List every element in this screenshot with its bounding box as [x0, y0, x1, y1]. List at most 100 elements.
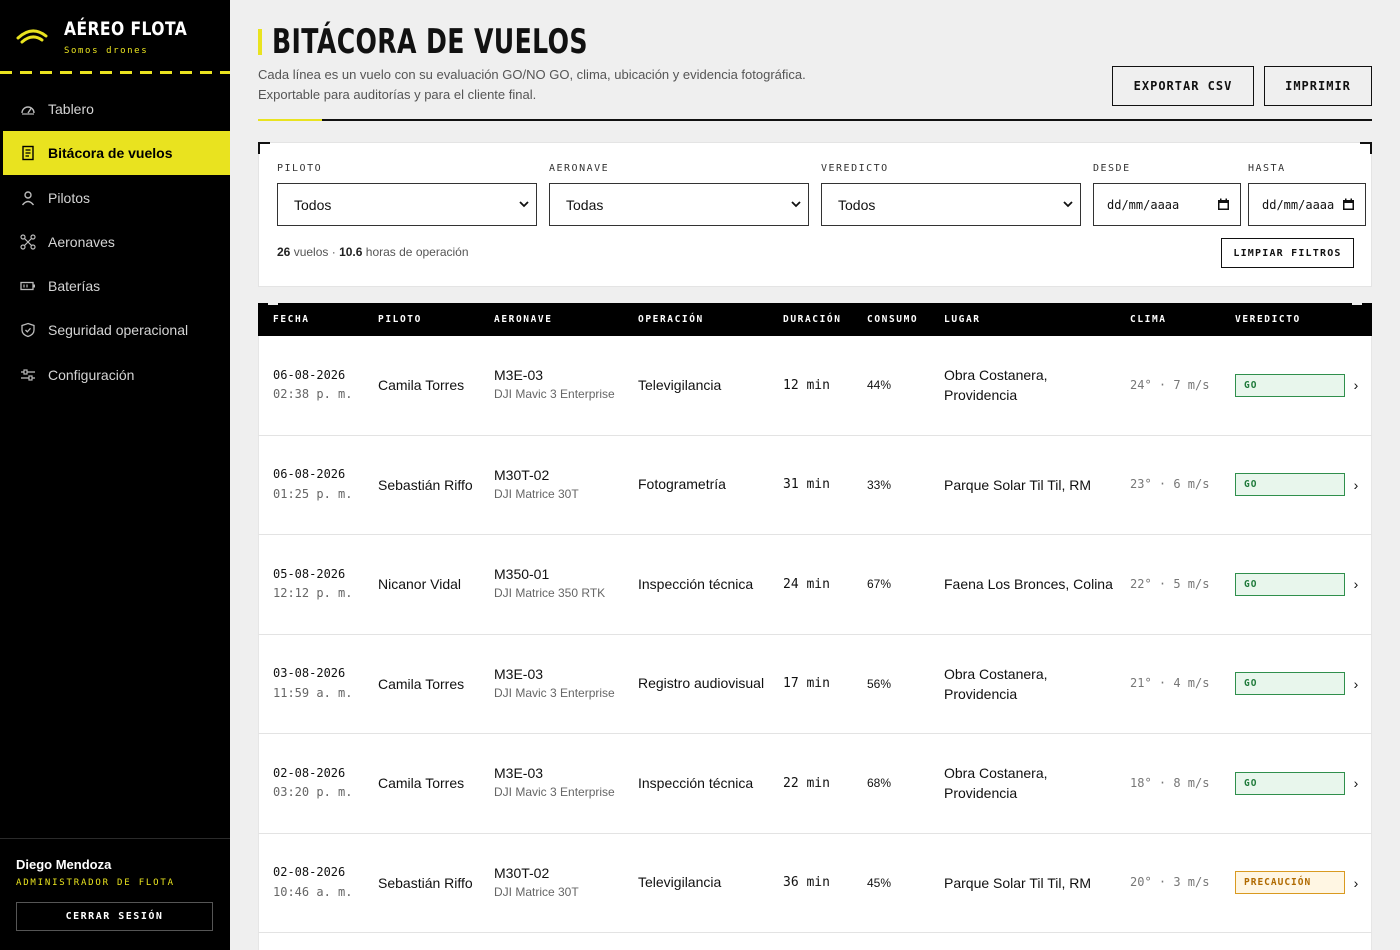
- filter-panel: PILOTO Todos AERONAVE Todas VEREDICTO To…: [258, 142, 1372, 287]
- flight-time: 03:20 p. m.: [273, 785, 353, 800]
- column-header-operation[interactable]: OPERACIÓN: [638, 314, 704, 325]
- brand-name: AÉREO FLOTA: [64, 18, 188, 40]
- brand[interactable]: AÉREO FLOTA Somos drones: [0, 0, 230, 74]
- consumption-cell: 44%: [867, 378, 892, 393]
- column-header-date[interactable]: FECHA: [273, 314, 310, 325]
- chevron-right-icon[interactable]: ›: [1349, 535, 1363, 634]
- date-cell: 02-08-2026 10:46 a. m.: [273, 834, 353, 933]
- date-from-value: dd/mm/aaaa: [1107, 197, 1180, 212]
- sidebar-item-baterias[interactable]: Baterías: [0, 264, 230, 308]
- operation-cell: Televigilancia: [638, 376, 722, 393]
- table-row[interactable]: 02-08-2026 03:20 p. m. Camila Torres M3E-…: [258, 734, 1372, 834]
- verdict-filter: VEREDICTO Todos: [821, 163, 1081, 226]
- export-csv-button[interactable]: EXPORTAR CSV: [1112, 66, 1254, 106]
- table-row[interactable]: 02-08-2026 10:46 a. m. Sebastián Riffo M3…: [258, 833, 1372, 933]
- flight-time: 10:46 a. m.: [273, 884, 353, 899]
- user-role: ADMINISTRADOR DE FLOTA: [16, 878, 175, 888]
- chevron-right-icon[interactable]: ›: [1349, 336, 1363, 435]
- place-cell: Obra Costanera, Providencia: [944, 765, 1048, 802]
- table-row[interactable]: 06-08-2026 01:25 p. m. Sebastián Riffo M3…: [258, 435, 1372, 535]
- verdict-cell: GO: [1235, 535, 1345, 634]
- consumption-cell: 67%: [867, 577, 892, 592]
- aircraft-model: DJI Matrice 350 RTK: [494, 586, 606, 601]
- column-header-pilot[interactable]: PILOTO: [378, 314, 422, 325]
- operation-cell: Televigilancia: [638, 874, 722, 891]
- aircraft-select[interactable]: Todas: [549, 183, 809, 226]
- aircraft-cell: M3E-03 DJI Mavic 3 Enterprise: [494, 734, 624, 833]
- column-header-duration[interactable]: DURACIÓN: [783, 314, 842, 325]
- drone-icon: [19, 233, 37, 251]
- column-header-weather[interactable]: CLIMA: [1130, 314, 1167, 325]
- date-to-input[interactable]: dd/mm/aaaa: [1248, 183, 1366, 226]
- verdict-select-value: Todos: [838, 196, 876, 213]
- aircraft-code: M3E-03: [494, 367, 544, 384]
- gauge-icon: [19, 100, 37, 118]
- date-cell: 05-08-2026 12:12 p. m.: [273, 535, 353, 634]
- sidebar-item-label: Seguridad operacional: [48, 322, 189, 339]
- chevron-right-icon[interactable]: ›: [1349, 834, 1363, 933]
- table-row[interactable]: 06-08-2026 02:38 p. m. Camila Torres M3E-…: [258, 336, 1372, 436]
- header-notch: [268, 303, 278, 305]
- date-from-input[interactable]: dd/mm/aaaa: [1093, 183, 1241, 226]
- user-panel: Diego Mendoza ADMINISTRADOR DE FLOTA CER…: [0, 838, 230, 950]
- aircraft-cell: M3E-03 DJI Mavic 3 Enterprise: [494, 336, 624, 435]
- weather-cell: 21° · 4 m/s: [1130, 676, 1210, 690]
- flight-time: 11:59 a. m.: [273, 685, 353, 700]
- column-header-consumption[interactable]: CONSUMO: [867, 314, 918, 325]
- logout-button[interactable]: CERRAR SESIÓN: [16, 902, 213, 931]
- operation-cell: Fotogrametría: [638, 476, 726, 493]
- column-header-aircraft[interactable]: AERONAVE: [494, 314, 553, 325]
- subtitle-line-2: Exportable para auditorías y para el cli…: [258, 87, 537, 102]
- date-cell: 02-08-2026 03:20 p. m.: [273, 734, 353, 833]
- sidebar-item-pilotos[interactable]: Pilotos: [0, 176, 230, 220]
- clear-filters-button[interactable]: LIMPIAR FILTROS: [1221, 238, 1354, 268]
- date-to-value: dd/mm/aaaa: [1262, 197, 1335, 212]
- place-cell: Parque Solar Til Til, RM: [944, 874, 1092, 891]
- table-row[interactable]: [258, 933, 1372, 950]
- print-button[interactable]: IMPRIMIR: [1264, 66, 1372, 106]
- sidebar-item-aeronaves[interactable]: Aeronaves: [0, 220, 230, 264]
- aircraft-model: DJI Matrice 30T: [494, 486, 579, 501]
- pilot-select[interactable]: Todos: [277, 183, 537, 226]
- verdict-cell: GO: [1235, 734, 1345, 833]
- status-badge: GO: [1235, 771, 1345, 795]
- aircraft-model: DJI Matrice 30T: [494, 884, 579, 899]
- sidebar-item-seguridad[interactable]: Seguridad operacional: [0, 308, 230, 352]
- verdict-select[interactable]: Todos: [821, 183, 1081, 226]
- place-cell: Faena Los Bronces, Colina: [944, 576, 1113, 593]
- place-cell: Obra Costanera, Providencia: [944, 367, 1048, 404]
- pilot-filter-label: PILOTO: [277, 163, 323, 174]
- flight-date: 06-08-2026: [273, 467, 346, 482]
- date-from-filter: DESDE dd/mm/aaaa: [1093, 163, 1241, 226]
- verdict-cell: GO: [1235, 436, 1345, 535]
- chevron-down-icon: [1063, 201, 1073, 208]
- logo-icon: [16, 29, 48, 44]
- sidebar-item-configuracion[interactable]: Configuración: [0, 353, 230, 397]
- column-header-verdict[interactable]: VEREDICTO: [1235, 314, 1301, 325]
- corner-mark: [258, 142, 270, 154]
- pilot-filter: PILOTO Todos: [277, 163, 537, 226]
- chevron-right-icon[interactable]: ›: [1349, 635, 1363, 734]
- date-cell: 06-08-2026 01:25 p. m.: [273, 436, 353, 535]
- sidebar-item-tablero[interactable]: Tablero: [0, 87, 230, 131]
- verdict-cell: PRECAUCIÓN: [1235, 834, 1345, 933]
- results-summary: 26 vuelos · 10.6 horas de operación: [277, 245, 469, 259]
- chevron-right-icon[interactable]: ›: [1349, 734, 1363, 833]
- consumption-cell: 56%: [867, 676, 892, 691]
- aircraft-cell: M30T-02 DJI Matrice 30T: [494, 436, 624, 535]
- sidebar-item-label: Aeronaves: [48, 233, 115, 250]
- brand-tagline: Somos drones: [64, 46, 149, 56]
- aircraft-cell: M30T-02 DJI Matrice 30T: [494, 834, 624, 933]
- weather-cell: 23° · 6 m/s: [1130, 477, 1210, 491]
- table-row[interactable]: 03-08-2026 11:59 a. m. Camila Torres M3E-…: [258, 634, 1372, 734]
- table-row[interactable]: 05-08-2026 12:12 p. m. Nicanor Vidal M350…: [258, 535, 1372, 635]
- column-header-place[interactable]: LUGAR: [944, 314, 981, 325]
- page-title-row: BITÁCORA DE VUELOS: [258, 22, 699, 62]
- chevron-down-icon: [791, 201, 801, 208]
- duration-cell: 12 min: [783, 377, 830, 393]
- sidebar-item-bitacora[interactable]: Bitácora de vuelos: [3, 131, 230, 176]
- chevron-right-icon[interactable]: ›: [1349, 436, 1363, 535]
- place-cell: Obra Costanera, Providencia: [944, 665, 1048, 702]
- status-badge: GO: [1235, 373, 1345, 397]
- aircraft-code: M3E-03: [494, 765, 544, 782]
